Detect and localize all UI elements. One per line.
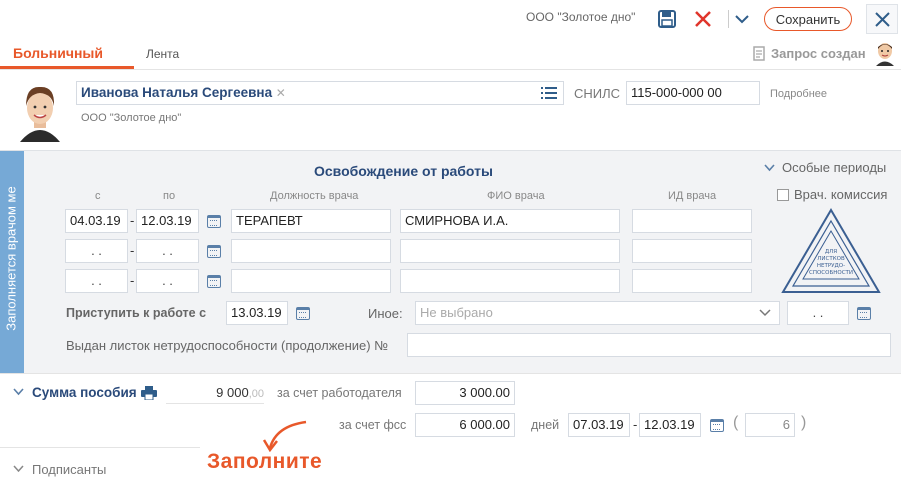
row3-doctor-id[interactable] <box>632 269 752 293</box>
user-avatar[interactable] <box>874 42 896 66</box>
benefit-to[interactable]: 12.03.19 <box>639 413 701 437</box>
close-button[interactable] <box>866 4 898 34</box>
row2-doctor-id[interactable] <box>632 239 752 263</box>
signers-section[interactable]: Подписанты <box>32 462 106 477</box>
row2-dash: - <box>130 243 135 258</box>
issued-label: Выдан листок нетрудоспособности (продолж… <box>66 338 389 353</box>
patient-photo <box>12 80 68 142</box>
benefit-from[interactable]: 07.03.19 <box>568 413 630 437</box>
calendar-icon[interactable] <box>207 275 221 288</box>
active-tab-indicator <box>0 66 134 69</box>
list-icon[interactable] <box>540 84 558 102</box>
start-work-date[interactable]: 13.03.19 <box>226 301 288 325</box>
employer-sum[interactable]: 3 000.00 <box>415 381 515 405</box>
fss-sum[interactable]: 6 000.00 <box>415 413 515 437</box>
calendar-icon[interactable] <box>710 419 724 432</box>
row2-to[interactable]: . . <box>136 239 199 263</box>
print-icon[interactable] <box>140 385 158 401</box>
snils-label: СНИЛС <box>574 86 621 101</box>
clear-icon[interactable]: ✕ <box>276 86 286 100</box>
col-to-label: по <box>163 190 176 202</box>
other-select-value: Не выбрано <box>420 305 493 320</box>
save-icon[interactable] <box>656 8 678 30</box>
close-icon <box>875 12 890 27</box>
commission-checkbox[interactable] <box>777 189 789 201</box>
benefit-days[interactable]: 6 <box>745 413 795 437</box>
benefit-total: 9 000,00 <box>166 380 264 404</box>
col-position-label: Должность врача <box>270 190 359 202</box>
commission-label: Врач. комиссия <box>794 187 888 202</box>
tabs-divider <box>0 69 901 70</box>
row2-from[interactable]: . . <box>65 239 128 263</box>
stamp-line: СПОСОБНОСТИ <box>809 270 853 276</box>
release-title: Освобождение от работы <box>314 163 493 179</box>
stamp-triangle: ДЛЯ ЛИСТКОВ НЕТРУДО- СПОСОБНОСТИ <box>781 208 881 293</box>
employer-label: за счет работодателя <box>277 386 402 400</box>
special-periods[interactable]: Особые периоды <box>782 160 886 175</box>
benefit-total-value: 9 000 <box>216 385 249 400</box>
row2-position[interactable] <box>231 239 391 263</box>
paren-open: ( <box>733 414 739 431</box>
benefit-dash: - <box>633 417 638 432</box>
patient-organization: ООО "Золотое дно" <box>81 112 182 124</box>
other-select[interactable]: Не выбрано <box>415 301 780 325</box>
organization-name: ООО "Золотое дно" <box>526 10 636 24</box>
row1-doctor[interactable]: СМИРНОВА И.А. <box>400 209 620 233</box>
row1-position[interactable]: ТЕРАПЕВТ <box>231 209 391 233</box>
days-label: дней <box>531 418 560 432</box>
row2-doctor[interactable] <box>400 239 620 263</box>
request-status: Запрос создан <box>771 46 866 61</box>
doctor-fill-stripe: Заполняется врачом ме <box>0 151 24 373</box>
col-from-label: с <box>95 190 101 202</box>
benefit-title: Сумма пособия <box>32 385 137 400</box>
fss-label: за счет фсс <box>339 418 407 432</box>
tab-feed[interactable]: Лента <box>146 47 179 61</box>
benefit-total-cents: ,00 <box>248 388 264 400</box>
annotation-label: Заполните <box>207 450 323 473</box>
other-label: Иное: <box>368 306 403 321</box>
other-date[interactable]: . . <box>787 301 849 325</box>
calendar-icon[interactable] <box>207 215 221 228</box>
delete-icon[interactable] <box>692 8 714 30</box>
chevron-down-icon[interactable] <box>758 307 772 319</box>
header-divider <box>728 10 729 28</box>
more-link[interactable]: Подробнее <box>770 88 827 100</box>
issued-number[interactable] <box>407 333 891 357</box>
col-id-label: ИД врача <box>668 190 717 202</box>
row3-dash: - <box>130 273 135 288</box>
calendar-icon[interactable] <box>296 307 310 320</box>
start-work-label: Приступить к работе с <box>66 306 207 320</box>
row3-doctor[interactable] <box>400 269 620 293</box>
chevron-down-icon[interactable] <box>733 9 751 29</box>
annotation-arrow <box>262 420 307 452</box>
row3-to[interactable]: . . <box>136 269 199 293</box>
stamp-line: ЛИСТКОВ <box>817 256 845 262</box>
row3-position[interactable] <box>231 269 391 293</box>
section-divider <box>0 373 901 374</box>
chevron-down-icon[interactable] <box>12 464 24 474</box>
row1-dash: - <box>130 213 135 228</box>
stripe-label: Заполняется врачом ме <box>3 186 19 331</box>
row1-to[interactable]: 12.03.19 <box>136 209 199 233</box>
patient-name: Иванова Наталья Сергеевна <box>81 85 273 100</box>
col-doctor-label: ФИО врача <box>487 190 545 202</box>
section-divider <box>0 447 200 448</box>
save-button[interactable]: Сохранить <box>764 7 852 31</box>
calendar-icon[interactable] <box>857 307 871 320</box>
patient-name-field[interactable]: Иванова Наталья Сергеевна ✕ <box>76 81 564 105</box>
stamp-line: ДЛЯ <box>825 249 837 255</box>
row1-from[interactable]: 04.03.19 <box>65 209 128 233</box>
tab-sick-leave[interactable]: Больничный <box>13 45 103 61</box>
chevron-down-icon[interactable] <box>12 387 24 397</box>
chevron-down-icon[interactable] <box>763 162 775 174</box>
row3-from[interactable]: . . <box>65 269 128 293</box>
paren-close: ) <box>801 414 807 431</box>
stamp-line: НЕТРУДО- <box>817 263 845 269</box>
row1-doctor-id[interactable] <box>632 209 752 233</box>
document-icon <box>752 45 766 62</box>
snils-input[interactable]: 115-000-000 00 <box>626 81 760 105</box>
calendar-icon[interactable] <box>207 245 221 258</box>
